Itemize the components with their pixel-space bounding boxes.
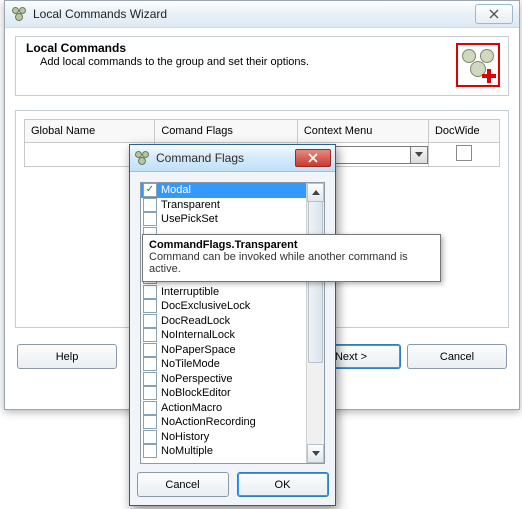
list-item[interactable]: UsePickSet	[141, 212, 307, 227]
wizard-header-panel: Local Commands Add local commands to the…	[15, 36, 509, 96]
list-item-label: Modal	[161, 183, 191, 197]
list-item-label: NoBlockEditor	[161, 386, 231, 400]
tooltip-body: Command can be invoked while another com…	[149, 251, 434, 275]
list-item-checkbox[interactable]	[143, 444, 157, 458]
list-item-checkbox[interactable]	[143, 285, 157, 299]
list-item[interactable]: Interruptible	[141, 285, 307, 300]
list-item[interactable]: NoTileMode	[141, 357, 307, 372]
scroll-down-button[interactable]	[307, 444, 324, 463]
list-item[interactable]: ActionMacro	[141, 401, 307, 416]
dialog-titlebar[interactable]: Command Flags	[130, 145, 335, 172]
list-item[interactable]: NoHistory	[141, 430, 307, 445]
list-item[interactable]: NoBlockEditor	[141, 386, 307, 401]
help-button[interactable]: Help	[17, 344, 117, 369]
list-item[interactable]: Transparent	[141, 198, 307, 213]
list-item-checkbox[interactable]	[143, 430, 157, 444]
list-item[interactable]: Modal	[141, 183, 307, 198]
col-context-menu[interactable]: Context Menu	[297, 120, 428, 143]
tooltip: CommandFlags.Transparent Command can be …	[142, 234, 441, 282]
dialog-title: Command Flags	[156, 151, 295, 165]
list-item-label: NoInternalLock	[161, 328, 235, 342]
list-item-label: NoPaperSpace	[161, 343, 236, 357]
dialog-close-button[interactable]	[295, 149, 331, 167]
list-item[interactable]: DocReadLock	[141, 314, 307, 329]
list-item-checkbox[interactable]	[143, 328, 157, 342]
tooltip-title: CommandFlags.Transparent	[149, 239, 434, 251]
app-icon	[11, 6, 27, 22]
scroll-up-button[interactable]	[307, 183, 324, 202]
list-item-label: NoTileMode	[161, 357, 220, 371]
list-item-checkbox[interactable]	[143, 386, 157, 400]
list-item[interactable]: NoActionRecording	[141, 415, 307, 430]
list-item-label: NoHistory	[161, 430, 209, 444]
col-doc-wide[interactable]: DocWide	[428, 120, 499, 143]
list-item-checkbox[interactable]	[143, 357, 157, 371]
dialog-button-bar: Cancel OK	[130, 472, 335, 497]
cancel-button[interactable]: Cancel	[407, 344, 507, 369]
wizard-close-button[interactable]	[475, 4, 513, 24]
flags-listbox[interactable]: ModalTransparentUsePickSetInterruptibleD…	[140, 182, 325, 464]
list-item-label: Interruptible	[161, 285, 219, 299]
scrollbar[interactable]	[306, 183, 324, 463]
list-item-label: NoActionRecording	[161, 415, 256, 429]
list-item-label: DocReadLock	[161, 314, 230, 328]
list-item-label: DocExclusiveLock	[161, 299, 250, 313]
wizard-title: Local Commands Wizard	[33, 7, 475, 21]
list-item-checkbox[interactable]	[143, 299, 157, 313]
list-item-label: NoPerspective	[161, 372, 233, 386]
list-item[interactable]: NoMultiple	[141, 444, 307, 459]
list-item-label: ActionMacro	[161, 401, 222, 415]
list-item-checkbox[interactable]	[143, 183, 157, 197]
wizard-header-desc: Add local commands to the group and set …	[26, 56, 448, 68]
context-menu-drop-button[interactable]	[410, 147, 427, 163]
list-item-label: Transparent	[161, 198, 220, 212]
list-item[interactable]: DocExclusiveLock	[141, 299, 307, 314]
list-item-checkbox[interactable]	[143, 314, 157, 328]
list-item-checkbox[interactable]	[143, 212, 157, 226]
add-group-icon	[456, 43, 500, 87]
doc-wide-checkbox[interactable]	[456, 145, 472, 161]
list-item-label: NoMultiple	[161, 444, 213, 458]
list-item[interactable]: NoInternalLock	[141, 328, 307, 343]
col-global-name[interactable]: Global Name	[25, 120, 155, 143]
list-item[interactable]: NoPerspective	[141, 372, 307, 387]
list-item-checkbox[interactable]	[143, 198, 157, 212]
dialog-app-icon	[134, 150, 150, 166]
scroll-thumb[interactable]	[308, 201, 323, 363]
wizard-titlebar[interactable]: Local Commands Wizard	[5, 1, 519, 28]
command-flags-dialog: Command Flags ModalTransparentUsePickSet…	[129, 144, 336, 506]
list-item-label: UsePickSet	[161, 212, 218, 226]
dialog-ok-button[interactable]: OK	[237, 472, 329, 497]
cell-doc-wide[interactable]	[428, 143, 499, 167]
col-command-flags[interactable]: Comand Flags	[155, 120, 297, 143]
wizard-header-title: Local Commands	[26, 41, 448, 55]
list-item[interactable]: NoPaperSpace	[141, 343, 307, 358]
list-item-checkbox[interactable]	[143, 401, 157, 415]
dialog-cancel-button[interactable]: Cancel	[137, 472, 229, 497]
list-item-checkbox[interactable]	[143, 415, 157, 429]
list-item-checkbox[interactable]	[143, 343, 157, 357]
list-item-checkbox[interactable]	[143, 372, 157, 386]
